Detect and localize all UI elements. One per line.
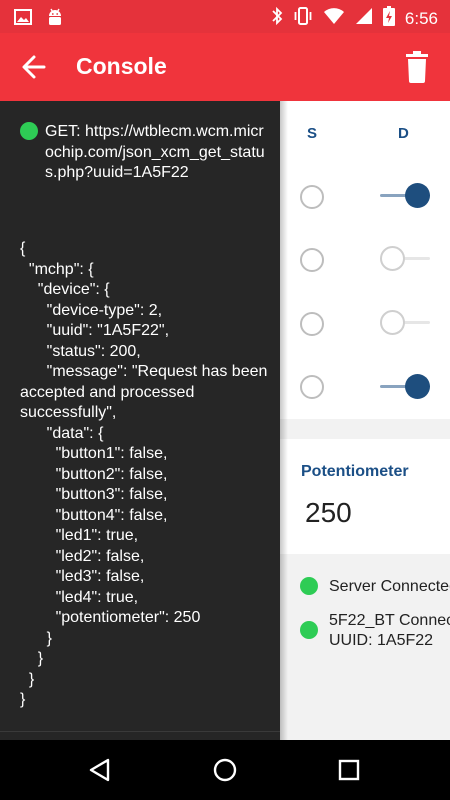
wifi-icon [323,7,345,30]
device-status-dot [300,621,318,639]
status-bar-system: 6:56 [271,6,438,31]
device-uuid-text: UUID: 1A5F22 [329,632,434,649]
android-icon [46,7,64,32]
s-radio-1[interactable] [300,185,324,209]
delete-button[interactable] [402,50,432,84]
image-icon [14,8,32,31]
battery-icon [382,6,395,31]
s-radio-3[interactable] [300,312,324,336]
d-switch-1[interactable] [380,181,432,211]
page-title: Console [76,53,167,79]
column-header-d: D [398,125,409,142]
potentiometer-value: 250 [305,497,352,528]
d-switch-4[interactable] [380,372,432,402]
request-url: GET: https://wtblecm.wcm.microchip.com/j… [45,123,265,181]
back-triangle-icon [89,758,110,782]
vibrate-icon [293,6,313,31]
request-status-dot [20,122,38,140]
recents-square-icon [338,759,360,781]
column-header-s: S [307,125,318,142]
console-divider [0,731,280,732]
status-bar-notifications [14,7,64,32]
connection-status: Server Connected 5F22_BT Connected UUID:… [280,554,450,740]
potentiometer-label: Potentiometer [301,463,409,480]
app-bar: Console [0,33,450,101]
d-switch-3[interactable] [380,308,432,338]
server-status-text: Server Connected [329,578,450,595]
s-radio-4[interactable] [300,375,324,399]
console-panel: GET: https://wtblecm.wcm.microchip.com/j… [0,101,280,740]
back-button[interactable] [18,51,50,83]
switch-card: S D [280,101,450,419]
trash-icon [406,51,428,83]
response-json: { "mchp": { "device": { "device-type": 2… [20,240,268,708]
clock: 6:56 [404,8,438,28]
device-status-text: 5F22_BT Connected [329,612,450,629]
s-radio-2[interactable] [300,248,324,272]
status-bar: 6:56 [0,0,450,33]
nav-back-button[interactable] [86,755,116,785]
server-status-dot [300,577,318,595]
arrow-back-icon [22,55,46,79]
d-switch-2[interactable] [380,244,432,274]
potentiometer-card: Potentiometer 250 [280,439,450,554]
nav-home-button[interactable] [210,755,240,785]
cellular-icon [355,7,373,30]
home-circle-icon [213,758,237,782]
panel-shadow [280,101,288,740]
nav-recents-button[interactable] [334,755,364,785]
bluetooth-icon [271,6,283,31]
navigation-bar [0,740,450,800]
control-panel: S D Potentiometer 250 Server Connected 5… [280,101,450,740]
